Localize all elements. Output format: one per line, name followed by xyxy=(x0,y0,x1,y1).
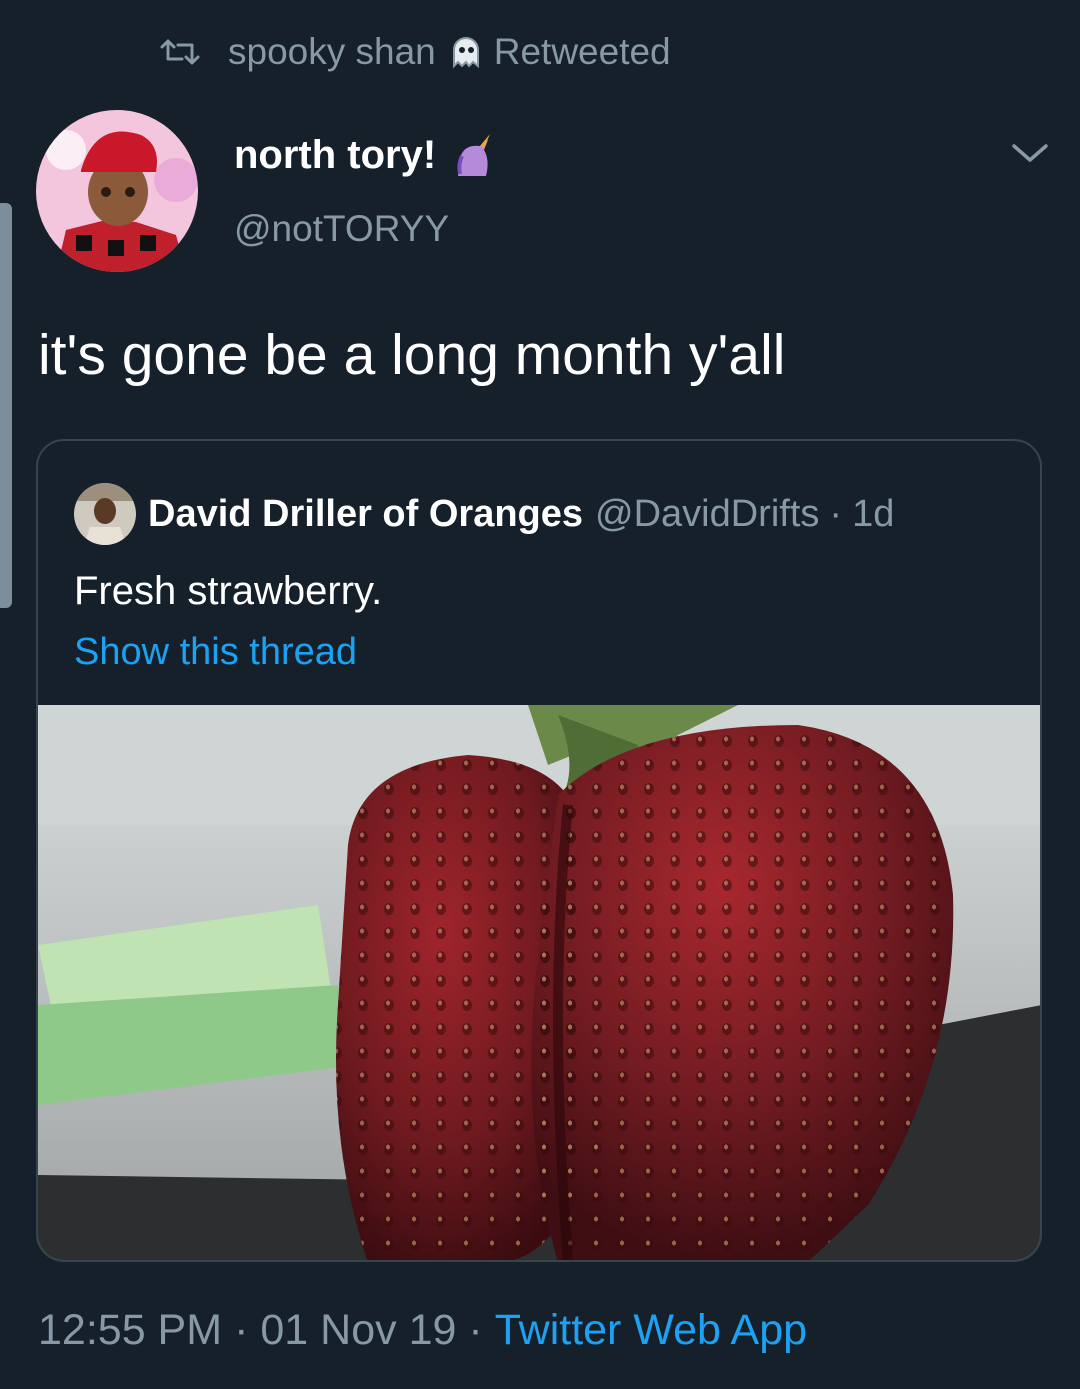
quoted-display-name[interactable]: David Driller of Oranges xyxy=(148,493,583,536)
ghost-icon xyxy=(452,37,479,69)
quoted-separator: · xyxy=(829,492,843,535)
quoted-tweet-text: Fresh strawberry. xyxy=(74,569,383,613)
tweet-source-link[interactable]: Twitter Web App xyxy=(495,1306,807,1355)
strawberry-photo[interactable] xyxy=(38,705,1042,1262)
retweet-context: spooky shan Retweeted xyxy=(160,30,671,74)
tweet-date[interactable]: 01 Nov 19 xyxy=(260,1306,456,1355)
scroll-indicator[interactable] xyxy=(0,203,12,608)
footer-separator: · xyxy=(468,1306,483,1354)
avatar[interactable] xyxy=(36,110,198,272)
tweet-time[interactable]: 12:55 PM xyxy=(38,1306,222,1355)
quoted-handle[interactable]: @DavidDrifts xyxy=(595,493,819,536)
retweeter-name[interactable]: spooky shan xyxy=(228,31,436,73)
quoted-tweet-card[interactable]: David Driller of Oranges @DavidDrifts · … xyxy=(36,439,1042,1262)
unicorn-icon xyxy=(457,133,491,176)
quoted-timestamp[interactable]: 1d xyxy=(852,493,894,536)
author-display-name[interactable]: north tory! xyxy=(234,133,496,178)
tweet-footer: 12:55 PM · 01 Nov 19 · Twitter Web App xyxy=(38,1306,807,1355)
retweeted-label: Retweeted xyxy=(493,31,671,72)
chevron-down-icon[interactable] xyxy=(1010,140,1050,166)
quoted-avatar[interactable] xyxy=(74,483,136,545)
footer-separator: · xyxy=(234,1306,249,1354)
quoted-tweet-header: David Driller of Oranges @DavidDrifts · … xyxy=(74,483,894,545)
retweet-icon xyxy=(160,39,200,65)
author-handle[interactable]: @notTORYY xyxy=(234,208,449,250)
tweet-text: it's gone be a long month y'all xyxy=(38,323,786,387)
show-thread-link[interactable]: Show this thread xyxy=(74,631,357,674)
